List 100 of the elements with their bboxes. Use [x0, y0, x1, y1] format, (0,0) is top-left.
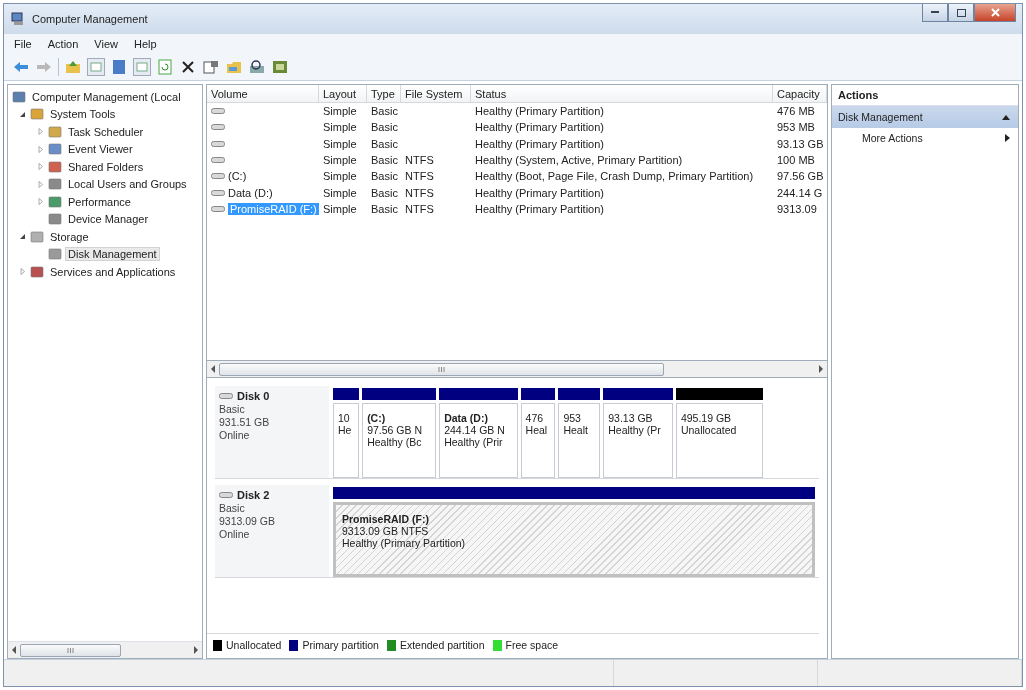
partition-block[interactable]: 93.13 GB Healthy (Pr: [603, 403, 673, 478]
legend-label: Unallocated: [226, 639, 282, 651]
partition-size: 97.56 GB N: [367, 424, 423, 436]
expanded-arrow-icon[interactable]: [18, 232, 27, 242]
collapsed-arrow-icon[interactable]: [36, 197, 45, 207]
table-cell: Simple: [323, 170, 357, 183]
minimize-icon: [931, 11, 939, 14]
collapsed-arrow-icon[interactable]: [36, 127, 45, 137]
scroll-grip-icon: [438, 366, 446, 372]
folder-icon: [30, 107, 44, 122]
partition-status: Healthy (Bc: [367, 436, 423, 448]
column-header[interactable]: Status: [471, 85, 773, 103]
tree-item[interactable]: Services and Applications: [47, 264, 179, 279]
menu-item[interactable]: Help: [127, 37, 163, 51]
partition-status: Healthy (Primary Partition): [342, 537, 467, 549]
partition-block[interactable]: PromiseRAID (F:) 9313.09 GB NTFS Healthy (Primary Partition): [333, 502, 815, 577]
partition-size: 10: [338, 412, 351, 424]
disk-name: Disk 2: [237, 489, 270, 501]
folder-icon: [48, 212, 62, 227]
view-icon[interactable]: [133, 58, 151, 76]
table-cell: Healthy (Primary Partition): [475, 137, 604, 150]
table-cell: Basic: [371, 154, 398, 167]
partition-name: PromiseRAID (F:): [342, 513, 430, 525]
column-header[interactable]: Type: [367, 85, 401, 103]
disk-size: 931.51 GB: [219, 416, 271, 428]
table-cell: 244.14 G: [777, 186, 823, 199]
legend-label: Primary partition: [302, 639, 379, 651]
partition-size: 93.13 GB: [608, 412, 654, 424]
disk-status: Online: [219, 429, 251, 441]
partition-block[interactable]: Data (D:) 244.14 GB N Healthy (Prir: [439, 403, 518, 478]
tree-item[interactable]: Disk Management: [65, 247, 160, 262]
disk-name: Disk 0: [237, 390, 270, 402]
table-cell: 93.13 GB: [777, 137, 824, 150]
partition-size: 476: [525, 412, 545, 424]
magnifier-icon[interactable]: [248, 58, 266, 76]
tree-item[interactable]: Local Users and Groups: [65, 177, 190, 192]
table-cell: NTFS: [405, 186, 434, 199]
folder-icon: [48, 194, 62, 209]
partition-status: Healthy (Prir: [444, 436, 504, 448]
column-header[interactable]: Volume: [207, 85, 319, 103]
console-tree-icon[interactable]: [87, 58, 105, 76]
partition-block[interactable]: 10 He: [333, 403, 360, 478]
properties-icon[interactable]: [202, 58, 220, 76]
submenu-arrow-icon: [1005, 134, 1010, 142]
horizontal-scrollbar[interactable]: [206, 360, 828, 378]
table-cell: Basic: [371, 170, 398, 183]
table-cell: Healthy (System, Active, Primary Partition): [475, 154, 683, 167]
close-icon: [990, 8, 1000, 17]
collapsed-arrow-icon[interactable]: [36, 144, 45, 154]
table-cell[interactable]: Data (D:): [228, 186, 273, 199]
collapsed-arrow-icon[interactable]: [18, 267, 27, 277]
scroll-left-icon[interactable]: [210, 365, 216, 373]
close-button[interactable]: [974, 4, 1016, 22]
scroll-right-icon[interactable]: [193, 646, 199, 654]
partition-name: (C:): [367, 412, 387, 424]
tree-item[interactable]: Event Viewer: [65, 142, 136, 157]
tree-item[interactable]: Storage: [47, 229, 92, 244]
table-cell: Basic: [371, 105, 398, 118]
window-title: Computer Management: [32, 13, 149, 25]
scroll-right-icon[interactable]: [818, 365, 824, 373]
drive-icon: [219, 392, 233, 400]
maximize-button[interactable]: [948, 4, 974, 22]
column-header[interactable]: File System: [401, 85, 471, 103]
partition-block[interactable]: (C:) 97.56 GB N Healthy (Bc: [362, 403, 437, 478]
table-cell: Healthy (Primary Partition): [475, 202, 604, 215]
collapsed-arrow-icon[interactable]: [36, 162, 45, 172]
tree-item[interactable]: Performance: [65, 194, 134, 209]
table-cell: Simple: [323, 137, 357, 150]
scroll-left-icon[interactable]: [11, 646, 17, 654]
tree-item[interactable]: Shared Folders: [65, 159, 147, 174]
disk-type: Basic: [219, 502, 246, 514]
minimize-button[interactable]: [922, 4, 948, 22]
actions-section[interactable]: Disk Management: [832, 106, 1018, 128]
tree-item[interactable]: Device Manager: [65, 212, 152, 227]
tree-item[interactable]: Task Scheduler: [65, 124, 147, 139]
folder-icon: [48, 247, 62, 262]
refresh-icon[interactable]: [156, 58, 174, 76]
partition-block[interactable]: 495.19 GB Unallocated: [675, 403, 763, 478]
partition-block[interactable]: 476 Heal: [520, 403, 556, 478]
maximize-icon: [956, 8, 966, 17]
table-cell[interactable]: (C:): [228, 170, 247, 183]
tree-item[interactable]: Computer Management (Local: [29, 89, 184, 104]
collapse-caret-icon[interactable]: [1002, 114, 1010, 120]
tree-item[interactable]: System Tools: [47, 107, 119, 122]
action-item[interactable]: More Actions: [832, 128, 1018, 148]
partition-block[interactable]: 953 Healt: [558, 403, 601, 478]
column-header[interactable]: Capacity: [773, 85, 827, 103]
table-cell: Simple: [323, 121, 357, 134]
drive-icon: [211, 188, 225, 197]
table-cell: NTFS: [405, 154, 434, 167]
partition-size: 9313.09 GB NTFS: [342, 525, 430, 537]
table-cell: 97.56 GB: [777, 170, 824, 183]
collapsed-arrow-icon[interactable]: [36, 179, 45, 189]
menu-item[interactable]: File: [8, 37, 38, 51]
drive-icon: [211, 107, 225, 116]
menu-item[interactable]: Action: [41, 37, 85, 51]
table-cell: Simple: [323, 105, 357, 118]
table-cell: Basic: [371, 137, 398, 150]
menu-item[interactable]: View: [88, 37, 124, 51]
column-header[interactable]: Layout: [319, 85, 367, 103]
